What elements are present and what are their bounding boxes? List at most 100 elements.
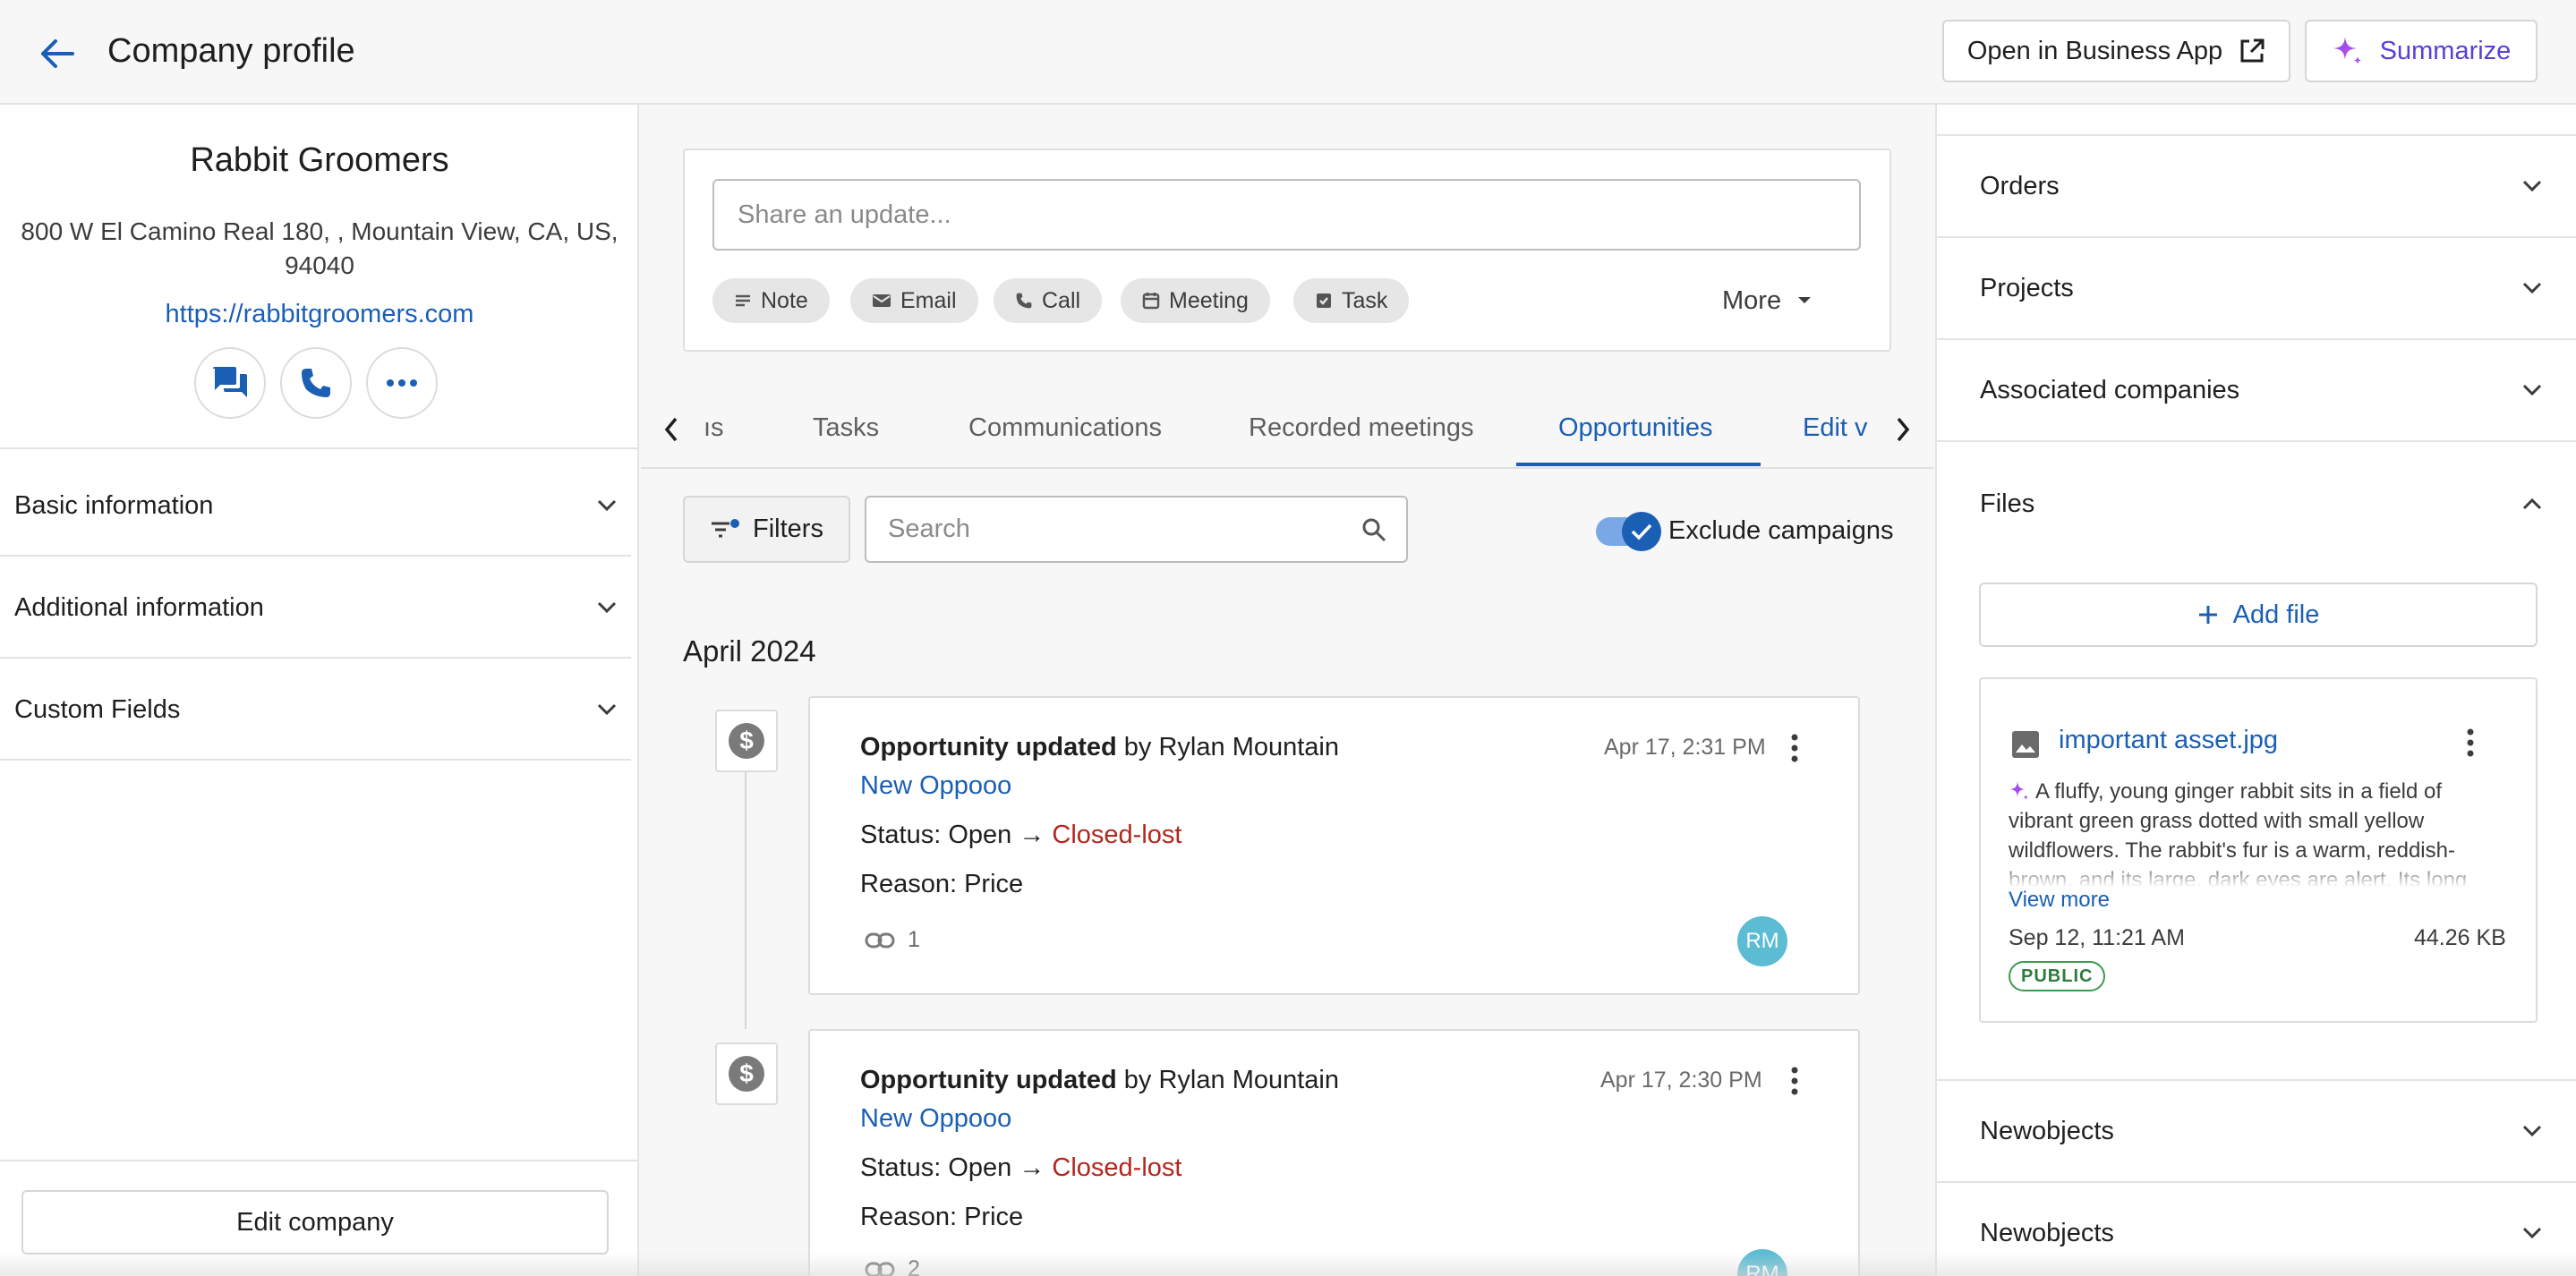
email-chip[interactable]: Email <box>850 278 978 323</box>
more-dropdown-button[interactable]: More <box>1722 278 1812 323</box>
active-tab-indicator <box>1516 463 1761 466</box>
task-chip[interactable]: Task <box>1293 278 1410 323</box>
filters-label: Filters <box>753 515 823 543</box>
plus-icon <box>2197 604 2219 625</box>
section-newobjects[interactable]: Newobjects <box>1937 1081 2576 1183</box>
entry-status: Status: Open → Closed-lost <box>860 821 1182 849</box>
image-file-icon <box>2010 729 2041 760</box>
search-input[interactable]: Search <box>865 496 1408 563</box>
call-chip-label: Call <box>1042 287 1081 313</box>
section-orders[interactable]: Orders <box>1937 136 2576 238</box>
caret-down-icon <box>1797 296 1812 305</box>
avatar: RM <box>1737 916 1787 966</box>
company-website-link[interactable]: https://rabbitgroomers.com <box>0 300 639 329</box>
tab-opportunities[interactable]: Opportunities <box>1558 413 1713 443</box>
check-icon <box>1622 512 1661 551</box>
external-link-icon <box>2239 38 2265 64</box>
phone-icon <box>299 366 333 400</box>
call-button[interactable] <box>280 347 352 419</box>
section-files[interactable]: Files <box>1937 442 2576 566</box>
note-chip-label: Note <box>761 287 808 313</box>
accordion-basic-information[interactable]: Basic information <box>0 456 631 557</box>
email-icon <box>872 293 891 309</box>
company-address: 800 W El Camino Real 180, , Mountain Vie… <box>0 215 639 283</box>
exclude-campaigns-label: Exclude campaigns <box>1668 516 1894 545</box>
email-chip-label: Email <box>900 287 957 313</box>
section-label: Files <box>1980 489 2035 518</box>
accordion-label: Custom Fields <box>14 694 181 724</box>
summarize-button[interactable]: Summarize <box>2305 20 2538 82</box>
section-label: Newobjects <box>1980 1116 2114 1145</box>
bottom-scroll-shadow <box>0 1253 2576 1276</box>
tab-recorded-meetings[interactable]: Recorded meetings <box>1249 413 1473 443</box>
chat-icon <box>211 365 249 401</box>
accordion-additional-information[interactable]: Additional information <box>0 558 631 659</box>
note-icon <box>734 293 752 308</box>
search-placeholder: Search <box>888 515 970 543</box>
message-button[interactable] <box>194 347 266 419</box>
address-line-2: 94040 <box>285 251 354 279</box>
section-projects[interactable]: Projects <box>1937 238 2576 340</box>
chevron-down-icon <box>2522 384 2542 396</box>
chevron-down-icon <box>597 703 617 716</box>
entry-status: Status: Open → Closed-lost <box>860 1153 1182 1182</box>
dollar-icon: $ <box>715 1042 778 1105</box>
entry-reason: Reason: Price <box>860 1203 1024 1231</box>
back-arrow-icon[interactable] <box>34 30 81 77</box>
entry-title: Opportunity updated by Rylan Mountain <box>860 1066 1339 1094</box>
accordion-custom-fields[interactable]: Custom Fields <box>0 660 631 761</box>
edit-company-button[interactable]: Edit company <box>21 1190 609 1255</box>
kebab-menu-icon[interactable] <box>1781 1061 1808 1101</box>
company-name: Rabbit Groomers <box>190 141 449 179</box>
call-chip[interactable]: Call <box>994 278 1103 323</box>
sparkle-icon <box>2009 780 2030 802</box>
section-associated-companies[interactable]: Associated companies <box>1937 340 2576 442</box>
tab-edit-truncated[interactable]: Edit v <box>1803 413 1868 443</box>
file-name-link[interactable]: important asset.jpg <box>2059 726 2278 755</box>
phone-icon <box>1015 292 1033 310</box>
tab-communications[interactable]: Communications <box>968 413 1162 443</box>
filter-icon <box>710 518 740 541</box>
entry-timestamp: Apr 17, 2:30 PM <box>1600 1068 1762 1093</box>
address-line-1: 800 W El Camino Real 180, , Mountain Vie… <box>21 217 618 245</box>
note-chip[interactable]: Note <box>712 278 830 323</box>
filters-button[interactable]: Filters <box>683 496 850 563</box>
more-actions-button[interactable] <box>366 347 438 419</box>
view-more-link[interactable]: View more <box>2009 888 2110 913</box>
meeting-chip[interactable]: Meeting <box>1121 278 1270 323</box>
svg-text:$: $ <box>739 1059 754 1087</box>
kebab-menu-icon[interactable] <box>1781 728 1808 768</box>
entry-reason: Reason: Price <box>860 870 1024 898</box>
tab-truncated[interactable]: ıs <box>704 413 724 443</box>
link-count-value: 1 <box>908 927 920 952</box>
section-label: Associated companies <box>1980 375 2240 404</box>
meeting-chip-label: Meeting <box>1169 287 1249 313</box>
opportunity-link[interactable]: New Oppooo <box>860 771 1011 801</box>
task-chip-label: Task <box>1342 287 1388 313</box>
month-heading: April 2024 <box>683 634 816 668</box>
chevron-down-icon <box>2522 1125 2542 1137</box>
tabs-scroll-left-icon[interactable] <box>652 410 691 449</box>
section-label: Projects <box>1980 273 2074 302</box>
chevron-down-icon <box>597 499 617 512</box>
task-icon <box>1315 292 1333 310</box>
chevron-down-icon <box>2522 282 2542 294</box>
opportunity-link[interactable]: New Oppooo <box>860 1104 1011 1134</box>
svg-text:$: $ <box>739 727 754 754</box>
tab-tasks[interactable]: Tasks <box>813 413 879 443</box>
page-title: Company profile <box>107 32 355 70</box>
tabs-scroll-right-icon[interactable] <box>1883 410 1923 449</box>
divider <box>0 1160 639 1161</box>
share-update-input[interactable]: Share an update... <box>712 179 1861 251</box>
file-kebab-menu-icon[interactable] <box>2457 723 2484 762</box>
add-file-button[interactable]: Add file <box>1979 583 2538 647</box>
accordion-label: Basic information <box>14 490 214 520</box>
link-count[interactable]: 1 <box>865 927 920 953</box>
search-icon <box>1361 517 1386 542</box>
chevron-down-icon <box>2522 1227 2542 1239</box>
more-horizontal-icon <box>386 379 418 387</box>
link-icon <box>865 931 895 949</box>
open-in-business-app-button[interactable]: Open in Business App <box>1942 20 2290 82</box>
sparkle-icon <box>2332 35 2364 67</box>
entry-title: Opportunity updated by Rylan Mountain <box>860 733 1339 761</box>
